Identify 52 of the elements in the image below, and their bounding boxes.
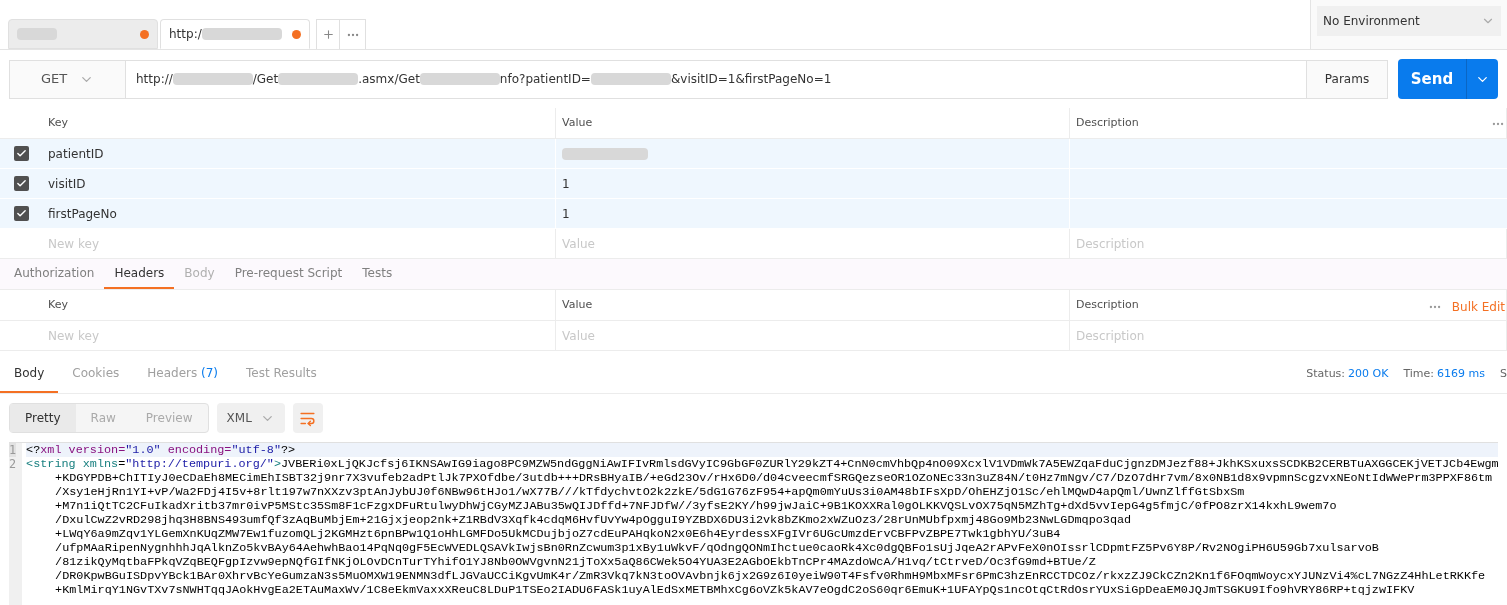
request-section-tab[interactable]: Pre-request Script xyxy=(224,259,353,289)
code-line: /DxulCwZ2vRD298jhq3H8BNS493umfQf3zAqBuMbjEm+21Gjxjeop2nk+Z1RBdV3Xqfk4cdqM6HvfUvYw4pOgguI9YZBDX6DU3i2vk8bZKmo2xWZuOz3/28rUnMUbfpxmj48Go9Mb23NwLGDmqpo3qad xyxy=(54,513,1133,527)
status-label: Status: xyxy=(1306,365,1346,382)
plus-icon xyxy=(321,28,335,41)
column-header: Description xyxy=(1076,296,1139,313)
checkbox[interactable] xyxy=(13,146,29,161)
response-tab[interactable]: Cookies xyxy=(58,355,134,393)
check-icon xyxy=(15,178,27,189)
environment-select[interactable]: No Environment xyxy=(1317,6,1501,36)
param-value[interactable]: 1 xyxy=(562,174,570,193)
checkbox[interactable] xyxy=(13,176,29,191)
column-header: Value xyxy=(562,114,593,131)
checkbox[interactable] xyxy=(13,206,29,221)
code-line: /Xsy1eHjRn1YI+vP/Wa2FDj4I5v+8rlt197w7nXXzv3ptAnJybUJ0f6NBw96tHJo1/wX77B///kTfdychvtO2k2zkE/5dG1G76zF954+apQm0mYuUs3i0AM48bIFsXpD/OhEHZjO1Sc/ehlMQwD4apQml/UwnZlffGtSbxSm xyxy=(54,485,1246,499)
param-value[interactable]: 1 xyxy=(562,204,570,223)
request-section-tab[interactable]: Headers xyxy=(104,259,175,289)
code-line: +KDGYPDB+ChITIyJ0eCDaEh8MECimEhISBT32j9nr7X3vufeb2adPtlJk7PXOfdbe/3utdb+++DRsBHyaIB/+eGd23Ov/rHx6D0/d04cveecmfSRGQezseOR1OZoNEc33n3uZ84N/t0Hz7mNgv/C7/DzO7dHr7vm/8x0NB1d8x9vpmnScgzvxNEoNtIdWWePrm3PPXF86tm xyxy=(54,471,1494,485)
size-label: S xyxy=(1500,365,1507,382)
view-mode-button[interactable]: Preview xyxy=(130,404,208,432)
check-icon xyxy=(15,148,27,159)
time-value: 6169 ms xyxy=(1437,365,1485,382)
code-line: <string xmlns="http://tempuri.org/">JVBERi0xLjQKJcfsj6IKNSAwIG9iago8PC9MZW5ndGggNiAwIFIvRmlsdGVyIC9GbGF0ZURlY29kZT4+CnN0cmVhbQp4nO09XcxlV1VDmWk7A5EWZqaFduCjgnzDMJezf88+JkhKSxuxsSCDKB2CERBTuAXGGCEKjVETJCb4Ewgm xyxy=(26,457,1498,471)
response-tab[interactable]: Body xyxy=(0,355,59,393)
check-icon xyxy=(15,208,27,219)
column-header: Key xyxy=(48,114,68,131)
request-section-tab[interactable]: Tests xyxy=(352,259,403,289)
wrap-lines-button[interactable] xyxy=(292,403,323,433)
line-number: 1 xyxy=(9,443,17,457)
view-mode-button[interactable]: Pretty xyxy=(10,404,76,432)
column-header: Key xyxy=(48,296,68,313)
time-label: Time: xyxy=(1403,365,1435,382)
view-mode-button[interactable]: Raw xyxy=(75,404,131,432)
bulk-edit-link[interactable]: Bulk Edit xyxy=(1451,298,1505,316)
response-tab[interactable]: Headers (7) xyxy=(133,355,233,393)
column-header: Description xyxy=(1076,114,1139,131)
code-line: /ufpMAaRipenNygnhhhJqAlknZo5kvBAy64AehwhBao14PqNq0gF5EcWVEDLQSAVkIwjsBn0RnZcwum3p1xBy1uWkvF/qOdngQONmIhctue0caoRk4Xc0dgQBFo1sUjJqeA2rAPvFeX0nOIssrlCDpmtFZ5Pv6Y8P/Rv2NOgiPH6U59Gb7xulsarvoB xyxy=(54,541,1380,555)
code-line: +M7n1iQtTC2CFuIkadXritb37mr0ivP5MStc35Sm8F1cFzgxDFuRtulwyDhWjCGyMZJABu35wQIJDffd+7NFJDfW//3yfsE2KY/h99jwJaiC+9B1KOXXRal0gOLKKVQSLvOX75qN5MZhTg+dXd5vvIepG4g5fmjC/0fPO8zrX14kxhL9wem7o xyxy=(54,499,1338,513)
status-value: 200 OK xyxy=(1348,365,1389,382)
request-tab[interactable]: http:/ xyxy=(160,19,310,49)
code-line: /DR0KpwBGuISDpvYBck1BAr0XhrvBcYeGumzaN3s5MuOMXW19ENMN3dfLJGVaUCCiKgvUmK4r/ZmR3Vkq7kN3toOVAvbnjk6jx2G9z6I0yeiW90T4Fsfv0RhmH9MbxMFsr6PmC3hzEnRCCTDCOz/rkxzZJ9CkCZn2Kn1f6FOqmWoycxYJUNzVi4%cL7NGzZ4HhLetRKKfe xyxy=(54,569,1487,583)
column-header: Value xyxy=(562,296,593,313)
response-tab[interactable]: Test Results xyxy=(232,355,331,393)
param-key[interactable]: visitID xyxy=(48,174,86,193)
line-number: 2 xyxy=(9,457,17,471)
code-line: +KmlMirqY1NGvTXv7sNWHTqqJAokHvgEa2ETAuMaxWv/1C8eEkmVaxxXReuC8LDuP1TSEo2IADU6FASk1uyAlEdSxMETBMhxCg6oVZk5kAV7eOgdC2oS60qr6EmuK+1UFAYpQs1ncOtqCtRdOsrYUxSiGpDeaEM0JQJmTSGKU9Ifo9hVRY86RP+tqjzwIFKV xyxy=(54,583,1416,597)
tab-title: http:/ xyxy=(169,26,202,43)
code-line: +LWqY6a9mZqv1YLGemXnKUqZMW7Ew1fuzomQLj2KGMHzt6pnBPw1Q1oHhLGMFDo5UkMCDujbjoZ7cdEuPAHqkoN2x0E6h4EyrdessXFgIVr6UGcUmzdErvCBFPvZBPE7Twk1gbhYU/3uB4 xyxy=(54,527,1062,541)
format-select[interactable]: XML xyxy=(216,403,285,433)
param-key[interactable]: firstPageNo xyxy=(48,204,117,223)
param-key[interactable]: patientID xyxy=(48,144,104,163)
code-line: /81zikQyMqtbaFPkqVZqBEQFgpIzvw9epNQfGIfNKjOLOvDCnTurTYhifO1YJ8Nb0OWVgvnN21jToXx5aQ86CWek5O4YUA3E2AGbOEkbTnCPr4MAzdoWcA/H1vq/tCtrveD/Oc3fG9md+BTUe/Z xyxy=(54,555,1097,569)
request-section-tab[interactable]: Authorization xyxy=(4,259,105,289)
